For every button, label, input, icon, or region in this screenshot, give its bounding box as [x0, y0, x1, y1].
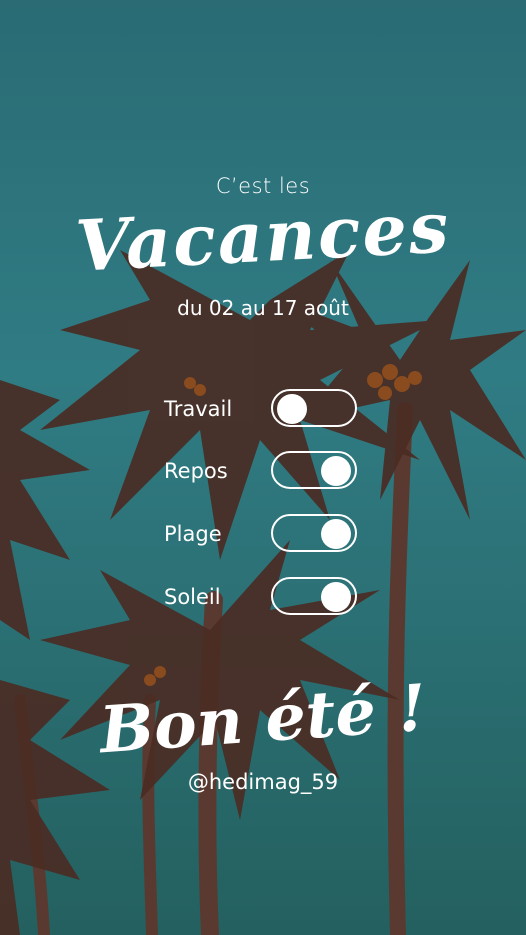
toggle-label: Soleil	[164, 585, 221, 609]
toggle-switch-travail[interactable]	[271, 389, 357, 427]
toggle-label: Travail	[164, 397, 233, 421]
vacation-story: C’est les Vacances du 02 au 17 août Trav…	[0, 0, 526, 935]
main-title: Vacances	[73, 185, 453, 288]
toggle-switch-repos[interactable]	[271, 451, 357, 489]
toggle-row-soleil: Soleil	[164, 577, 364, 619]
toggle-switch-soleil[interactable]	[271, 577, 357, 615]
toggle-switch-plage[interactable]	[271, 514, 357, 552]
greeting-title: Bon été !	[97, 670, 429, 769]
social-handle: @hedimag_59	[187, 770, 339, 794]
toggle-knob	[321, 582, 351, 612]
toggle-row-plage: Plage	[164, 514, 364, 556]
dates-text: du 02 au 17 août	[177, 296, 349, 320]
toggle-knob	[321, 456, 351, 486]
toggle-label: Plage	[164, 522, 222, 546]
toggle-label: Repos	[164, 459, 228, 483]
toggle-row-repos: Repos	[164, 451, 364, 493]
toggle-knob	[321, 519, 351, 549]
toggle-row-travail: Travail	[164, 389, 364, 431]
toggle-knob	[277, 394, 307, 424]
text-overlay: C’est les Vacances du 02 au 17 août Trav…	[0, 0, 526, 935]
